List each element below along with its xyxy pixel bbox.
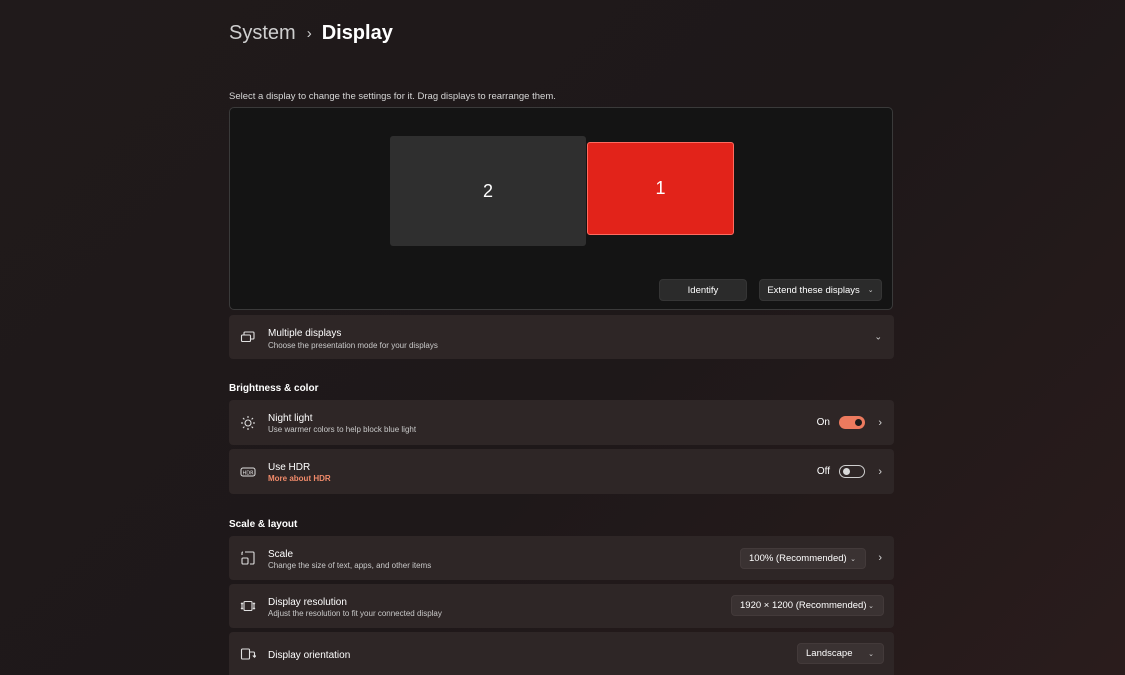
- hdr-icon: HDR: [240, 467, 256, 476]
- scale-subtitle: Change the size of text, apps, and other…: [268, 561, 432, 570]
- hdr-toggle[interactable]: [839, 465, 865, 478]
- breadcrumb-separator: ›: [306, 25, 312, 42]
- chevron-down-icon: ⌄: [868, 650, 874, 658]
- page-title: Display: [321, 22, 393, 44]
- display-orientation-card[interactable]: Display orientation Landscape ⌄: [229, 632, 894, 675]
- scale-dropdown[interactable]: 100% (Recommended) ⌄: [740, 548, 866, 569]
- extend-displays-dropdown[interactable]: Extend these displays ⌄: [759, 279, 882, 301]
- svg-text:HDR: HDR: [242, 470, 254, 476]
- display-orientation-dropdown[interactable]: Landscape ⌄: [797, 643, 884, 664]
- multiple-displays-title: Multiple displays: [268, 328, 342, 339]
- section-scale-layout: Scale & layout: [229, 519, 298, 530]
- multiple-displays-card[interactable]: Multiple displays Choose the presentatio…: [229, 315, 894, 359]
- chevron-right-icon: ›: [878, 465, 882, 478]
- display-orientation-title: Display orientation: [268, 650, 351, 661]
- multiple-displays-subtitle: Choose the presentation mode for your di…: [268, 341, 438, 350]
- monitor-2-label: 2: [482, 180, 493, 201]
- chevron-down-icon: ⌄: [867, 287, 874, 294]
- chevron-down-icon: ⌄: [850, 555, 856, 563]
- monitor-1[interactable]: 1: [587, 142, 734, 235]
- breadcrumb-system-link[interactable]: System: [229, 22, 296, 45]
- multiple-displays-icon: [240, 331, 255, 343]
- hdr-state-label: Off: [816, 466, 830, 477]
- night-light-title: Night light: [268, 413, 313, 424]
- section-brightness-color: Brightness & color: [229, 383, 319, 394]
- identify-button[interactable]: Identify: [659, 279, 747, 301]
- night-light-toggle[interactable]: [839, 416, 865, 429]
- night-light-card[interactable]: Night light Use warmer colors to help bl…: [229, 400, 894, 445]
- extend-displays-label: Extend these displays: [767, 284, 860, 296]
- chevron-right-icon: ›: [878, 416, 882, 429]
- sun-icon: [241, 415, 255, 430]
- display-orientation-value: Landscape: [806, 648, 853, 659]
- monitor-1-label: 1: [655, 178, 666, 198]
- chevron-right-icon: ›: [878, 552, 882, 564]
- arrange-instruction: Select a display to change the settings …: [229, 91, 556, 102]
- display-arrangement-panel: 2 1 Identify Extend these displays ⌄: [229, 107, 893, 310]
- scale-value: 100% (Recommended): [749, 553, 847, 564]
- scale-card[interactable]: Scale Change the size of text, apps, and…: [229, 536, 894, 580]
- night-light-subtitle: Use warmer colors to help block blue lig…: [268, 425, 417, 434]
- chevron-down-icon: ⌄: [874, 331, 882, 342]
- display-resolution-title: Display resolution: [268, 597, 347, 608]
- scale-icon: [241, 551, 255, 565]
- chevron-down-icon: ⌄: [868, 602, 874, 610]
- orientation-icon: [240, 647, 256, 660]
- display-resolution-card[interactable]: Display resolution Adjust the resolution…: [229, 584, 894, 628]
- scale-title: Scale: [268, 549, 294, 560]
- hdr-title: Use HDR: [268, 462, 311, 473]
- breadcrumb: System › Display: [229, 22, 393, 45]
- night-light-state-label: On: [816, 417, 830, 428]
- resolution-icon: [240, 600, 256, 612]
- display-resolution-subtitle: Adjust the resolution to fit your connec…: [268, 609, 442, 618]
- more-about-hdr-link[interactable]: More about HDR: [268, 474, 331, 483]
- display-resolution-dropdown[interactable]: 1920 × 1200 (Recommended) ⌄: [731, 595, 884, 616]
- hdr-card[interactable]: HDR Use HDR More about HDR Off ›: [229, 449, 894, 494]
- display-resolution-value: 1920 × 1200 (Recommended): [740, 600, 867, 611]
- monitor-2[interactable]: 2: [390, 136, 586, 246]
